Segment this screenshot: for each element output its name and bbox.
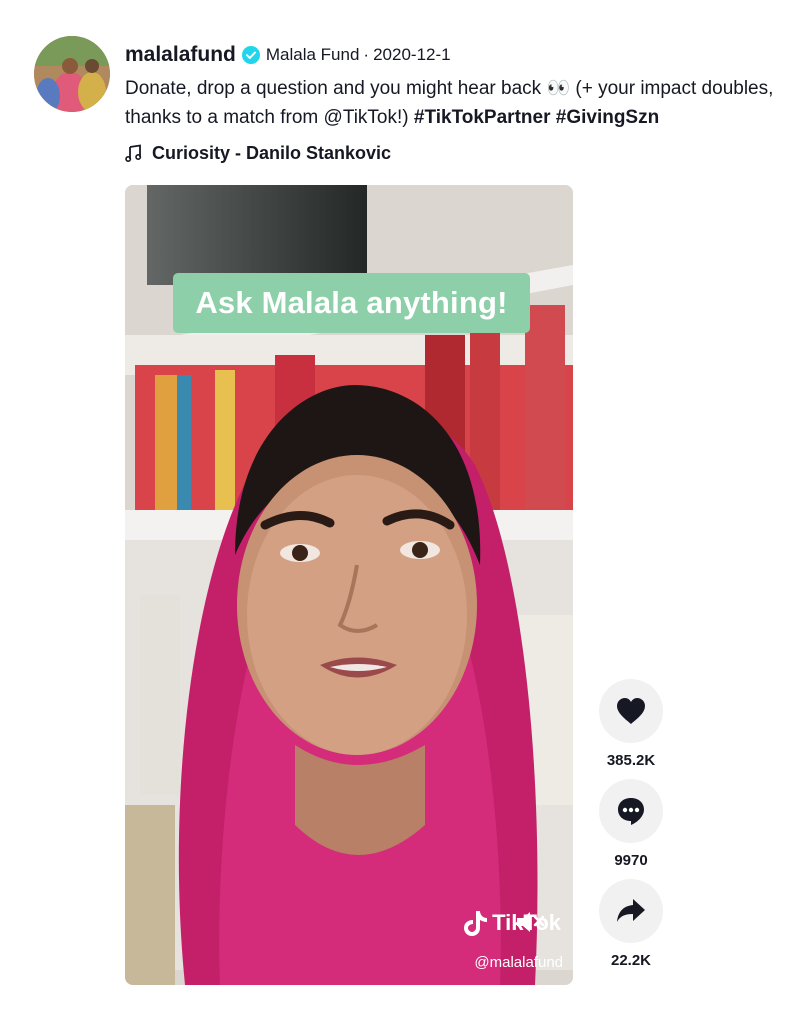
avatar-image [34,36,110,112]
comment-icon [618,798,644,825]
heart-icon [617,698,645,724]
like-button[interactable] [599,679,663,743]
separator: · [363,45,370,64]
watermark-brand: TikTok [492,910,561,935]
tiktok-watermark: TikTok [462,909,561,937]
hashtag-givingszn[interactable]: #GivingSzn [556,107,659,128]
username[interactable]: malalafund [125,43,236,67]
post-date: 2020-12-1 [373,45,451,64]
watermark-handle: @malalafund [474,954,563,971]
music-link[interactable]: Curiosity - Danilo Stankovic [125,140,795,166]
music-title: Curiosity - Danilo Stankovic [152,142,392,163]
like-count: 385.2K [606,752,656,769]
share-icon [617,899,645,922]
hashtag-tiktokpartner[interactable]: #TikTokPartner [414,107,551,128]
author-row: malalafund Malala Fund · 2020-12-1 [125,40,795,70]
comment-action: 9970 [599,779,663,871]
tiktok-logo-icon [464,911,488,936]
nickname: Malala Fund [265,45,360,64]
music-note-icon [125,144,142,162]
comment-button[interactable] [599,779,663,843]
share-action: 22.2K [599,879,663,971]
post-description: Donate, drop a question and you might he… [125,74,790,132]
verified-badge-icon [241,46,260,64]
share-button[interactable] [599,879,663,943]
share-count: 22.2K [610,952,652,969]
comment-count: 9970 [614,852,648,869]
video-overlay-caption: Ask Malala anything! [173,273,530,333]
like-action: 385.2K [599,679,663,771]
avatar[interactable] [34,36,110,112]
video-player[interactable]: Ask Malala anything! TikTok @malalafund [125,185,573,985]
post-header: malalafund Malala Fund · 2020-12-1 Donat… [125,40,795,166]
action-bar: 385.2K 9970 22.2K [599,679,663,979]
